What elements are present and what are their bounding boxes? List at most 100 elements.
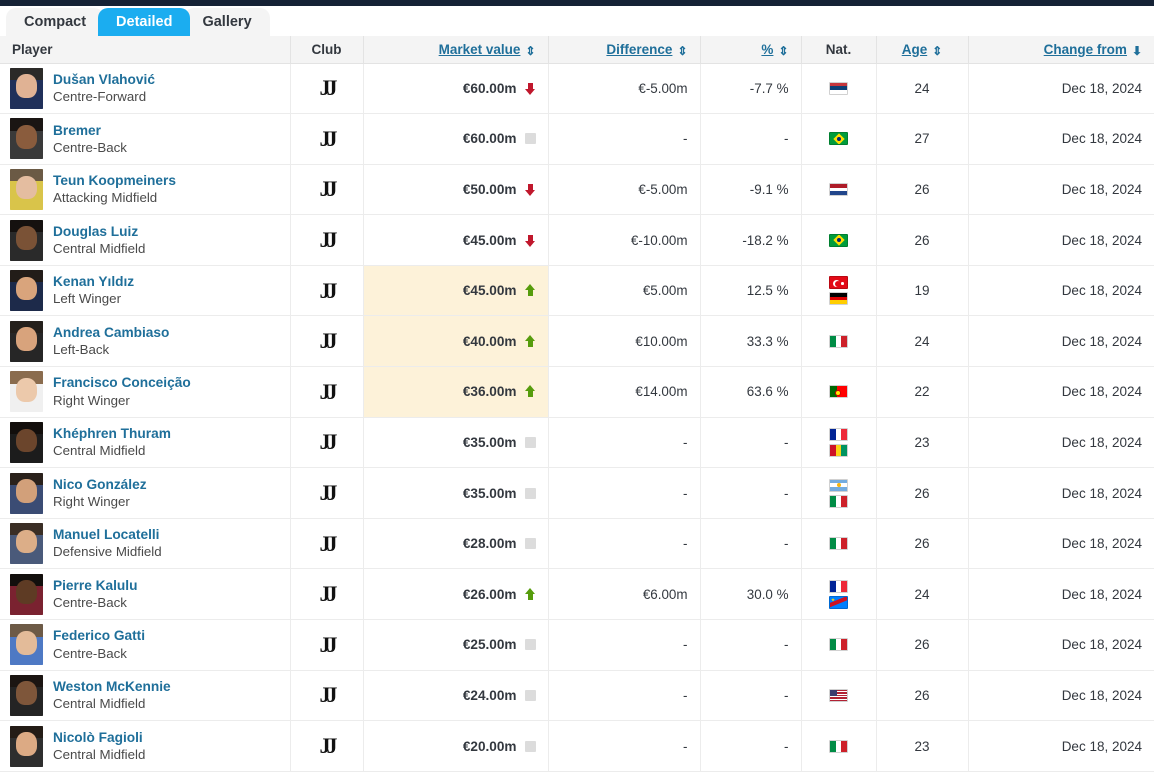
table-row[interactable]: Nico González Right Winger JJ €35.00m - - 26 De… — [0, 467, 1154, 519]
table-row[interactable]: Manuel Locatelli Defensive Midfield JJ €28.… — [0, 518, 1154, 570]
table-row[interactable]: Federico Gatti Centre-Back JJ €25.00m - - 26 De… — [0, 619, 1154, 671]
trend-up-icon — [524, 587, 536, 601]
club-logo-icon[interactable]: JJ — [320, 482, 338, 504]
change-from-cell: Dec 18, 2024 — [968, 63, 1154, 115]
tab-compact[interactable]: Compact — [6, 8, 105, 36]
column-header-market-value[interactable]: Market value ⇕ — [363, 36, 549, 64]
club-logo-icon[interactable]: JJ — [320, 279, 338, 302]
flag-icon — [829, 537, 848, 551]
club-logo-icon[interactable]: JJ — [320, 229, 338, 251]
player-photo[interactable] — [10, 624, 43, 666]
sort-both-icon[interactable]: ⇕ — [778, 44, 788, 58]
player-name-link[interactable]: Nicolò Fagioli — [53, 729, 145, 746]
player-name-link[interactable]: Manuel Locatelli — [53, 526, 162, 543]
player-photo[interactable] — [10, 219, 43, 261]
player-cell: Bremer Centre-Back — [0, 113, 291, 165]
column-header-change-from[interactable]: Change from ⬇ — [968, 36, 1154, 64]
column-header-change-from-label[interactable]: Change from — [1044, 42, 1127, 57]
player-photo[interactable] — [10, 421, 43, 463]
player-photo[interactable] — [10, 674, 43, 716]
club-logo-icon[interactable]: JJ — [320, 127, 338, 150]
column-header-age-label[interactable]: Age — [902, 42, 928, 57]
player-name-link[interactable]: Kenan Yıldız — [53, 273, 134, 290]
player-photo[interactable] — [10, 371, 43, 413]
club-logo-icon[interactable]: JJ — [320, 583, 338, 605]
table-row[interactable]: Bremer Centre-Back JJ €60.00m - - 27 Dec 18, 20… — [0, 113, 1154, 165]
percent-cell: - — [700, 619, 802, 671]
player-photo[interactable] — [10, 320, 43, 362]
player-photo[interactable] — [10, 523, 43, 565]
trend-flat-icon — [524, 639, 536, 651]
table-row[interactable]: Andrea Cambiaso Left-Back JJ €40.00m €10.00m… — [0, 315, 1154, 368]
player-name-link[interactable]: Andrea Cambiaso — [53, 324, 169, 341]
player-photo[interactable] — [10, 573, 43, 615]
player-name-link[interactable]: Dušan Vlahović — [53, 71, 155, 88]
player-name-link[interactable]: Douglas Luiz — [53, 223, 145, 240]
club-cell: JJ — [290, 619, 364, 671]
change-from-cell: Dec 18, 2024 — [968, 417, 1154, 469]
sort-both-icon[interactable]: ⇕ — [932, 44, 942, 58]
player-photo[interactable] — [10, 168, 43, 210]
table-row[interactable]: Pierre Kalulu Centre-Back JJ €26.00m €6.00m 3… — [0, 568, 1154, 621]
table-row[interactable]: Kenan Yıldız Left Winger JJ €45.00m €5.00m 12… — [0, 265, 1154, 317]
market-value-wrap: €25.00m — [463, 637, 536, 652]
flag-list — [814, 427, 864, 457]
difference-cell: €-10.00m — [548, 214, 701, 266]
player-photo[interactable] — [10, 67, 43, 109]
player-photo[interactable] — [10, 270, 43, 312]
player-name-link[interactable]: Federico Gatti — [53, 627, 145, 644]
player-info: Francisco Conceição Right Winger — [10, 371, 290, 413]
sort-both-icon[interactable]: ⇕ — [525, 44, 535, 58]
player-photo[interactable] — [10, 472, 43, 514]
percent-cell: 30.0 % — [700, 568, 802, 621]
column-header-market-value-label[interactable]: Market value — [439, 42, 521, 57]
column-header-player-label: Player — [12, 41, 53, 57]
club-logo-icon[interactable]: JJ — [320, 532, 338, 555]
sort-both-icon[interactable]: ⇕ — [677, 44, 687, 58]
table-row[interactable]: Teun Koopmeiners Attacking Midfield JJ €50.… — [0, 164, 1154, 216]
flag-list — [814, 638, 864, 652]
column-header-difference[interactable]: Difference ⇕ — [548, 36, 701, 64]
club-logo-icon[interactable]: JJ — [320, 633, 338, 656]
table-row[interactable]: Dušan Vlahović Centre-Forward JJ €60.00m €-5… — [0, 63, 1154, 115]
club-logo-icon[interactable]: JJ — [320, 684, 338, 706]
table-body: Dušan Vlahović Centre-Forward JJ €60.00m €-5… — [0, 63, 1154, 772]
sort-descending-icon[interactable]: ⬇ — [1132, 44, 1142, 58]
table-row[interactable]: Nicolò Fagioli Central Midfield JJ €20.00m -… — [0, 720, 1154, 772]
player-position: Defensive Midfield — [53, 544, 162, 560]
column-header-difference-label[interactable]: Difference — [606, 42, 672, 57]
tab-gallery-label: Gallery — [202, 14, 252, 30]
player-info: Kenan Yıldız Left Winger — [10, 270, 290, 312]
player-photo[interactable] — [10, 725, 43, 767]
table-row[interactable]: Douglas Luiz Central Midfield JJ €45.00m €-1… — [0, 214, 1154, 266]
player-name-link[interactable]: Francisco Conceição — [53, 374, 191, 391]
club-logo-icon[interactable]: JJ — [320, 77, 338, 99]
table-row[interactable]: Weston McKennie Central Midfield JJ €24.00m… — [0, 670, 1154, 722]
table-row[interactable]: Francisco Conceição Right Winger JJ €36.00m… — [0, 366, 1154, 418]
player-position: Left-Back — [53, 342, 110, 358]
nationality-cell — [801, 315, 877, 368]
table-row[interactable]: Khéphren Thuram Central Midfield JJ €35.00m… — [0, 417, 1154, 469]
club-logo-icon[interactable]: JJ — [320, 735, 338, 757]
column-header-age[interactable]: Age ⇕ — [876, 36, 969, 64]
trend-flat-icon — [524, 133, 536, 145]
column-header-percent-label[interactable]: % — [761, 42, 773, 57]
player-name-link[interactable]: Weston McKennie — [53, 678, 171, 695]
column-header-percent[interactable]: % ⇕ — [700, 36, 802, 64]
club-logo-icon[interactable]: JJ — [320, 330, 338, 352]
club-logo-icon[interactable]: JJ — [320, 178, 338, 200]
tab-gallery[interactable]: Gallery — [184, 8, 270, 36]
trend-up-icon — [524, 385, 536, 398]
tab-detailed[interactable]: Detailed — [98, 8, 191, 36]
player-photo[interactable] — [10, 118, 43, 160]
player-name-link[interactable]: Teun Koopmeiners — [53, 172, 176, 189]
player-name-link[interactable]: Bremer — [53, 122, 127, 139]
difference-cell: - — [548, 619, 701, 671]
player-name-link[interactable]: Pierre Kalulu — [53, 577, 137, 594]
player-name-link[interactable]: Khéphren Thuram — [53, 425, 171, 442]
club-logo-icon[interactable]: JJ — [320, 380, 338, 403]
trend-down-icon — [524, 82, 536, 95]
club-logo-icon[interactable]: JJ — [320, 431, 338, 453]
player-info: Andrea Cambiaso Left-Back — [10, 320, 290, 362]
player-name-link[interactable]: Nico González — [53, 476, 147, 493]
